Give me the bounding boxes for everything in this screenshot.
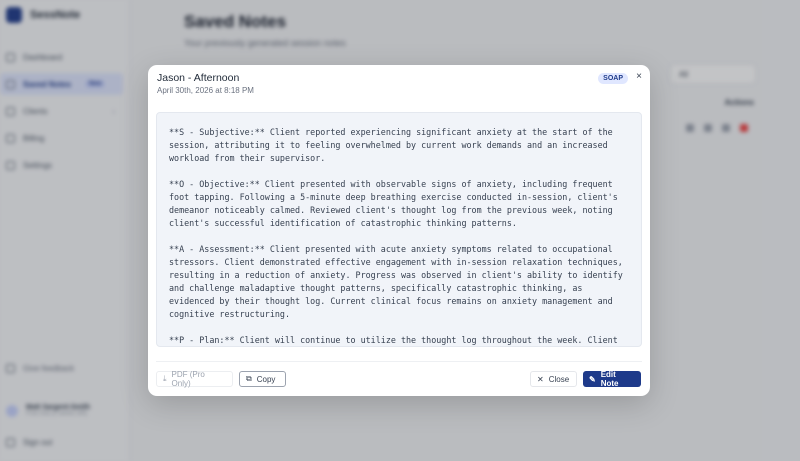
edit-note-button[interactable]: ✎ Edit Note: [583, 370, 641, 388]
note-subjective: **S - Subjective:** Client reported expe…: [169, 127, 613, 163]
download-icon: ⤓: [163, 374, 167, 383]
modal-header: Jason - Afternoon April 30th, 2026 at 8:…: [148, 65, 650, 109]
modal-date: April 30th, 2026 at 8:18 PM: [157, 86, 254, 95]
soap-badge: SOAP: [598, 73, 628, 84]
edit-label: Edit Note: [600, 370, 619, 388]
close-label: Close: [548, 374, 570, 384]
close-icon[interactable]: ×: [636, 71, 642, 82]
note-modal: Jason - Afternoon April 30th, 2026 at 8:…: [148, 65, 650, 396]
note-content: **S - Subjective:** Client reported expe…: [156, 112, 642, 347]
note-objective: **O - Objective:** Client presented with…: [169, 179, 618, 228]
copy-button[interactable]: ⧉ Copy: [239, 371, 286, 387]
close-button[interactable]: ✕ Close: [530, 371, 577, 387]
footer-divider: [156, 361, 642, 362]
pencil-icon: ✎: [589, 374, 596, 384]
note-plan: **P - Plan:** Client will continue to ut…: [169, 335, 618, 345]
copy-label: Copy: [256, 374, 276, 384]
pdf-label: PDF (Pro Only): [171, 370, 205, 388]
close-icon: ✕: [537, 374, 544, 384]
copy-icon: ⧉: [246, 374, 252, 383]
note-assessment: **A - Assessment:** Client presented wit…: [169, 244, 623, 319]
modal-title: Jason - Afternoon: [157, 72, 240, 84]
pdf-button[interactable]: ⤓ PDF (Pro Only): [156, 370, 233, 388]
